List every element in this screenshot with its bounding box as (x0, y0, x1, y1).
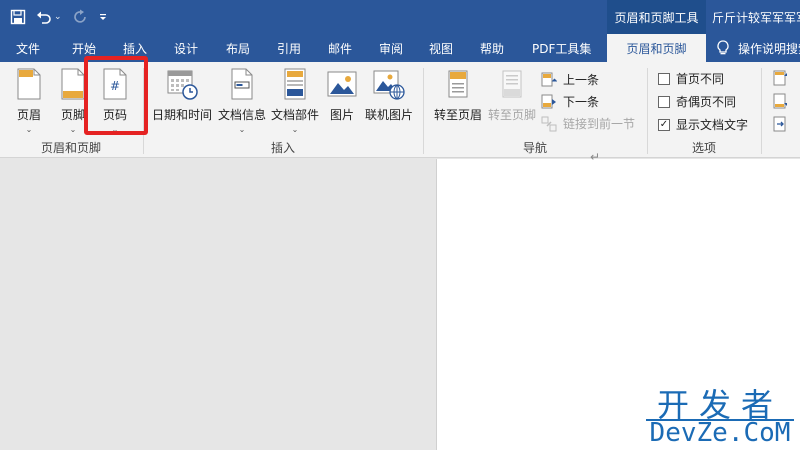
tell-me-search[interactable]: 操作说明搜索 (716, 34, 800, 62)
checkmark-icon: ✓ (658, 118, 670, 131)
tab-references[interactable]: 引用 (277, 34, 301, 62)
doc-info-label: 文档信息 (217, 108, 266, 122)
tab-pdf-tools[interactable]: PDF工具集 (532, 34, 591, 62)
link-icon (541, 116, 557, 131)
save-icon (10, 9, 26, 25)
document-title: 斤斤计较军军军军 (712, 10, 800, 25)
customize-qat-button[interactable] (98, 6, 108, 28)
chevron-down-icon: ⌄ (238, 125, 246, 134)
tab-file[interactable]: 文件 (16, 34, 40, 62)
doc-parts-label: 文档部件 (270, 108, 319, 122)
chevron-down-icon: ⌄ (69, 125, 77, 134)
contextual-tab-title: 页眉和页脚工具 (607, 0, 706, 34)
tab-design[interactable]: 设计 (174, 34, 198, 62)
watermark-logo: 开发者 DevZe.CoM (640, 380, 800, 450)
tab-review[interactable]: 审阅 (379, 34, 403, 62)
paragraph-mark: ↵ (590, 150, 601, 164)
header-position-icon (773, 70, 787, 86)
group-label-navigation: 导航 (522, 141, 547, 155)
picture-button[interactable]: 图片 (327, 68, 357, 123)
goto-footer-label: 转至页脚 (487, 108, 536, 122)
group-label-options: 选项 (691, 141, 716, 155)
tab-view[interactable]: 视图 (429, 34, 453, 62)
customize-icon (99, 14, 106, 20)
chevron-down-icon: ⌄ (291, 125, 299, 134)
date-time-label: 日期和时间 (151, 108, 212, 122)
first-page-different-label: 首页不同 (676, 72, 725, 86)
show-document-text-label: 显示文档文字 (676, 118, 749, 132)
quick-parts-icon (284, 68, 306, 100)
chevron-down-icon: ⌄ (54, 12, 62, 22)
tab-header-footer[interactable]: 页眉和页脚 (607, 34, 706, 62)
insert-alignment-tab-button[interactable] (772, 116, 788, 132)
goto-footer-button[interactable]: 转至页脚 (485, 68, 539, 123)
header-button[interactable]: 页眉 ⌄ (12, 68, 46, 135)
header-icon (17, 68, 41, 100)
quick-access-toolbar: ⌄ (10, 0, 108, 34)
title-bar: ⌄ 页眉和页脚工具 斤斤计较军军军军 (0, 0, 800, 34)
next-label: 下一条 (563, 95, 600, 109)
header-label: 页眉 (16, 108, 41, 122)
calendar-clock-icon (167, 70, 198, 100)
checkbox-box (658, 95, 670, 108)
goto-header-button[interactable]: 转至页眉 (431, 68, 485, 123)
picture-label: 图片 (329, 108, 354, 122)
link-previous-label: 链接到前一节 (563, 117, 636, 131)
tab-mailings[interactable]: 邮件 (328, 34, 352, 62)
next-section-icon (541, 94, 556, 108)
red-highlight-box (84, 56, 148, 135)
next-button[interactable]: 下一条 (541, 93, 599, 110)
goto-header-icon (448, 70, 468, 98)
previous-button[interactable]: 上一条 (541, 71, 599, 88)
show-document-text-checkbox[interactable]: ✓ 显示文档文字 (658, 116, 748, 133)
undo-button[interactable]: ⌄ (36, 6, 62, 28)
footer-icon (61, 68, 85, 100)
save-button[interactable] (10, 6, 26, 28)
first-page-different-checkbox[interactable]: 首页不同 (658, 70, 724, 87)
online-picture-button[interactable]: 联机图片 (363, 68, 415, 123)
previous-section-icon (541, 72, 557, 86)
previous-label: 上一条 (563, 73, 600, 87)
odd-even-different-label: 奇偶页不同 (676, 95, 737, 109)
ribbon: 页眉 ⌄ 页脚 ⌄ # 页码 ⌄ 页眉和页脚 日期和时间 文档信息 ⌄ 文档部件… (0, 56, 800, 158)
checkbox-box (658, 72, 670, 85)
link-previous-button[interactable]: 链接到前一节 (541, 115, 635, 132)
group-label-header-footer: 页眉和页脚 (40, 141, 101, 155)
online-picture-icon (373, 70, 405, 100)
footer-position-button[interactable] (772, 93, 788, 109)
goto-header-label: 转至页眉 (433, 108, 482, 122)
tell-me-label: 操作说明搜索 (738, 41, 800, 56)
redo-button[interactable] (72, 6, 88, 28)
tab-help[interactable]: 帮助 (480, 34, 504, 62)
chevron-down-icon: ⌄ (25, 125, 33, 134)
online-picture-label: 联机图片 (364, 108, 413, 122)
group-separator (761, 68, 762, 154)
group-label-insert: 插入 (270, 141, 295, 155)
undo-icon (37, 11, 51, 24)
redo-icon (73, 9, 86, 23)
doc-info-button[interactable]: 文档信息 ⌄ (217, 68, 267, 135)
footer-label: 页脚 (60, 108, 85, 122)
goto-footer-icon (502, 70, 522, 98)
footer-position-icon (773, 93, 787, 109)
odd-even-different-checkbox[interactable]: 奇偶页不同 (658, 93, 736, 110)
doc-parts-button[interactable]: 文档部件 ⌄ (270, 68, 320, 135)
lightbulb-icon (717, 40, 729, 55)
alignment-tab-icon (773, 116, 786, 132)
picture-icon (327, 71, 357, 97)
header-position-button[interactable] (772, 70, 788, 86)
document-info-icon (231, 68, 253, 100)
date-time-button[interactable]: 日期和时间 (151, 68, 213, 123)
watermark-bottom-text: DevZe.CoM (649, 418, 791, 448)
tab-layout[interactable]: 布局 (226, 34, 250, 62)
